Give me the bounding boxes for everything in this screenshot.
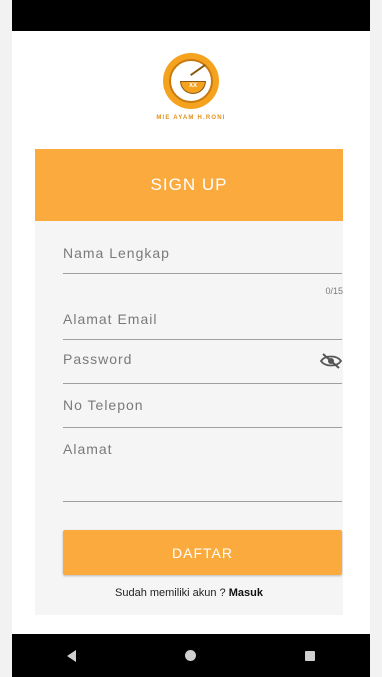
recent-apps-square-icon[interactable]: [305, 650, 316, 661]
bowl-icon: XX: [180, 81, 206, 94]
logo-icon: XX: [163, 53, 219, 109]
status-bar: [12, 0, 370, 31]
phone-field[interactable]: No Telepon: [63, 383, 342, 428]
eye-off-icon[interactable]: [319, 353, 343, 369]
logo-badge-text: XX: [189, 83, 198, 89]
name-char-counter: 0/15: [325, 286, 343, 296]
signup-screen: XX MIE AYAM H.RONI SIGN UP Nama Lengkap …: [12, 31, 370, 634]
logo-caption: MIE AYAM H.RONI: [156, 115, 226, 121]
login-link[interactable]: Masuk: [229, 587, 263, 599]
signup-card: SIGN UP Nama Lengkap 0/15 Alamat Email P…: [35, 149, 343, 615]
name-field[interactable]: Nama Lengkap: [63, 237, 342, 274]
name-field-label: Nama Lengkap: [63, 245, 170, 261]
back-triangle-icon[interactable]: [66, 649, 76, 662]
address-field-label: Alamat: [63, 441, 113, 457]
login-prompt-text: Sudah memiliki akun ?: [115, 587, 226, 599]
address-field[interactable]: Alamat: [63, 427, 342, 502]
daftar-button[interactable]: DAFTAR: [63, 530, 342, 575]
phone-field-label: No Telepon: [63, 397, 144, 413]
device-frame-left: [0, 0, 12, 677]
home-circle-icon[interactable]: [184, 650, 196, 661]
signup-header: SIGN UP: [35, 149, 343, 221]
login-prompt-line: Sudah memiliki akun ? Masuk: [35, 587, 343, 599]
email-field-label: Alamat Email: [63, 311, 158, 327]
password-field-label: Password: [63, 351, 133, 367]
device-frame-right: [370, 0, 382, 677]
system-nav-bar: [12, 634, 370, 677]
email-field[interactable]: Alamat Email: [63, 301, 342, 340]
password-field[interactable]: Password: [63, 339, 343, 384]
brand-logo: XX MIE AYAM H.RONI: [12, 53, 370, 121]
